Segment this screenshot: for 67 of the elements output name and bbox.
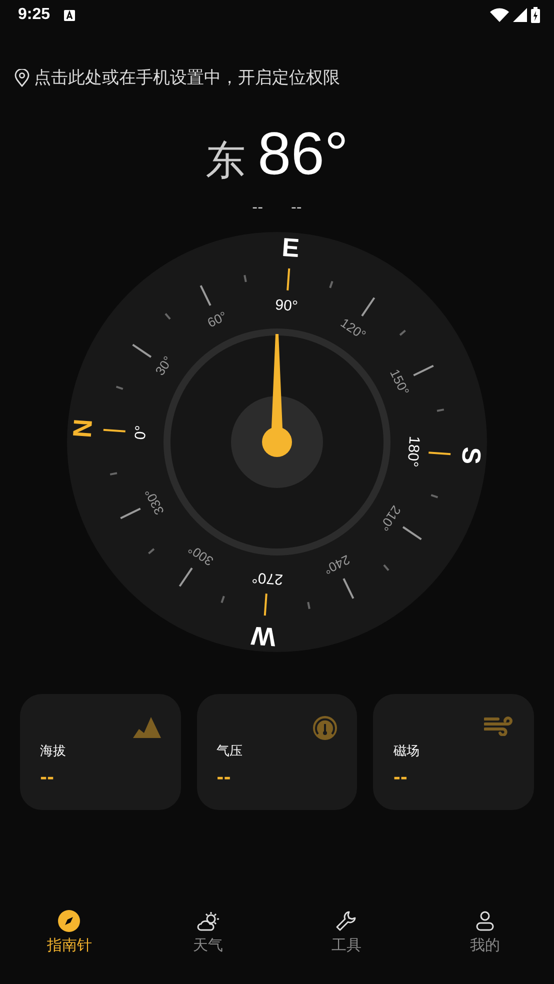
coordinate-value: -- (291, 198, 302, 216)
wrench-icon (335, 910, 358, 932)
tick-mark (200, 285, 212, 306)
tick-mark (286, 268, 290, 290)
cardinal-letter: W (250, 620, 277, 652)
status-time: 9:25 (18, 6, 50, 24)
nav-tab[interactable]: 指南针 (0, 910, 138, 955)
tick-mark (178, 567, 193, 587)
tick-mark (307, 602, 310, 610)
nav-tab[interactable]: 工具 (277, 910, 416, 955)
degree-label: 330° (142, 486, 167, 518)
tick-mark (120, 508, 141, 520)
cardinal-letter: N (66, 418, 98, 439)
tick-mark (220, 596, 225, 604)
person-icon (474, 910, 496, 932)
degree-label: 180° (404, 435, 423, 468)
degree-label: 120° (338, 315, 369, 343)
degree-label: 90° (274, 296, 298, 316)
tick-mark (436, 408, 444, 412)
signal-icon (513, 8, 527, 22)
sensor-label: 海拔 (40, 743, 67, 760)
heading-degrees: 86° (258, 119, 348, 188)
tick-mark (164, 313, 171, 320)
coordinate-value: -- (252, 198, 263, 216)
degree-label: 240° (321, 552, 352, 578)
notification-icon (64, 10, 76, 20)
mountain-icon (132, 716, 161, 738)
cardinal-letter: E (280, 232, 300, 264)
tick-mark (402, 526, 422, 540)
nav-tab[interactable]: 我的 (416, 910, 554, 955)
tick-mark (103, 428, 126, 432)
cardinal-letter: S (456, 446, 488, 466)
wind-icon (484, 716, 514, 736)
tick-mark (430, 494, 438, 498)
wifi-icon (490, 8, 509, 22)
tick-mark (342, 578, 354, 599)
battery-icon (531, 7, 540, 23)
degree-label: 150° (387, 366, 412, 398)
tick-mark (428, 452, 451, 456)
tick-mark (244, 274, 247, 282)
degree-label: 300° (185, 541, 216, 569)
sensor-label: 磁场 (393, 743, 420, 760)
sensor-value: -- (216, 768, 232, 788)
tick-mark (110, 472, 118, 476)
compass-icon (58, 910, 80, 932)
gauge-icon (313, 716, 338, 740)
tick-mark (399, 330, 406, 336)
tick-mark (132, 344, 152, 358)
direction-label: 东 (206, 137, 246, 186)
sensor-value: -- (40, 768, 56, 788)
sensor-value: -- (393, 768, 408, 788)
tick-mark (264, 594, 268, 616)
tick-mark (329, 280, 334, 288)
degree-label: 270° (251, 568, 284, 588)
tick-mark (361, 297, 376, 317)
nav-tab[interactable]: 天气 (138, 910, 277, 955)
location-permission-link[interactable]: 点击此处或在手机设置中，开启定位权限 (34, 66, 340, 89)
degree-label: 30° (152, 353, 176, 378)
tick-mark (413, 364, 434, 376)
cloud-sun-icon (196, 910, 220, 932)
tick-mark (383, 564, 390, 571)
sensor-label: 气压 (216, 743, 244, 760)
tick-mark (148, 548, 155, 554)
degree-label: 60° (205, 308, 230, 330)
tick-mark (116, 386, 124, 390)
location-pin-icon (14, 68, 30, 86)
degree-label: 0° (132, 424, 150, 440)
